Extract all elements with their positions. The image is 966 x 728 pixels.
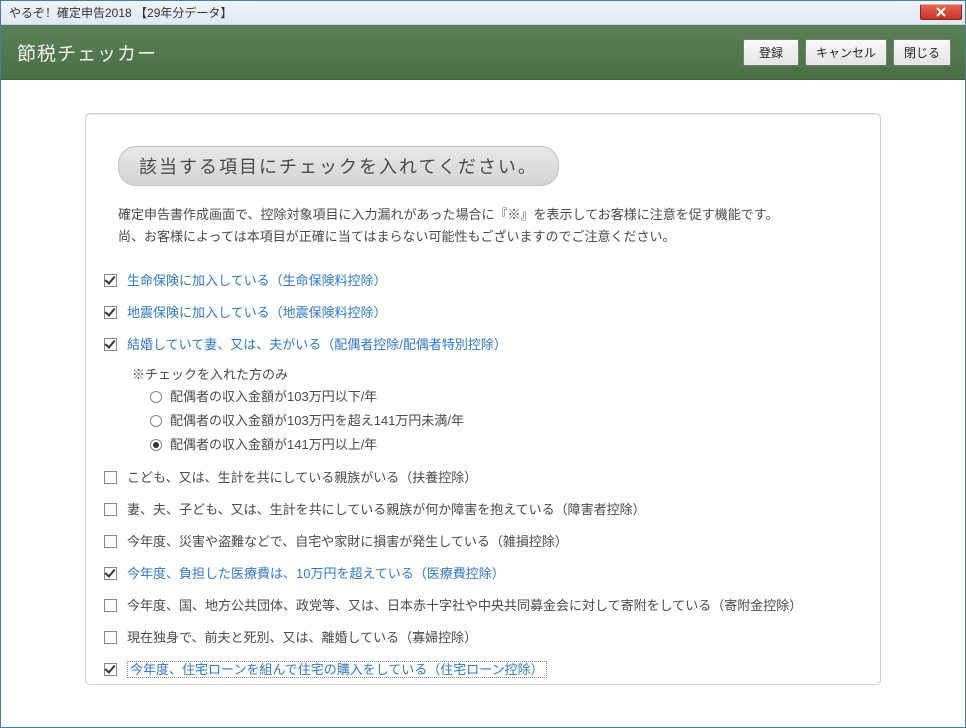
body: 該当する項目にチェックを入れてください。 確定申告書作成画面で、控除対象項目に入… xyxy=(1,80,965,727)
check-label: 今年度、住宅ローンを組んで住宅の購入をしている（住宅ローン控除） xyxy=(127,661,547,679)
check-label: 妻、夫、子ども、又は、生計を共にしている親族が何か障害を抱えている（障害者控除） xyxy=(127,501,646,519)
check-item-medical: 今年度、負担した医療費は、10万円を超えている（医療費控除） xyxy=(104,565,856,583)
instruction-pill: 該当する項目にチェックを入れてください。 xyxy=(118,146,559,186)
radio-row-3: 配偶者の収入金額が141万円以上/年 xyxy=(150,435,856,455)
radio-row-1: 配偶者の収入金額が103万円以下/年 xyxy=(150,387,856,407)
window-title: やるぞ！確定申告2018 【29年分データ】 xyxy=(9,4,232,21)
radio[interactable] xyxy=(150,415,162,427)
check-label: 今年度、負担した医療費は、10万円を超えている（医療費控除） xyxy=(127,565,505,583)
check-item-life-insurance: 生命保険に加入している（生命保険料控除） xyxy=(104,272,856,290)
check-label: こども、又は、生計を共にしている親族がいる（扶養控除） xyxy=(127,469,477,487)
check-label: 地震保険に加入している（地震保険料控除） xyxy=(127,304,387,322)
checkbox[interactable] xyxy=(104,663,117,676)
check-label: 現在独身で、前夫と死別、又は、離婚している（寡婦控除） xyxy=(127,629,477,647)
radio[interactable] xyxy=(150,391,162,403)
radio[interactable] xyxy=(150,439,162,451)
window-close-button[interactable] xyxy=(920,4,962,20)
check-label: 今年度、災害や盗難などで、自宅や家財に損害が発生している（雑損控除） xyxy=(127,533,568,551)
checkbox[interactable] xyxy=(104,599,117,612)
checkbox[interactable] xyxy=(104,503,117,516)
description-line1: 確定申告書作成画面で、控除対象項目に入力漏れがあった場合に『※』を表示してお客様… xyxy=(118,204,856,226)
check-item-home-loan: 今年度、住宅ローンを組んで住宅の購入をしている（住宅ローン控除） xyxy=(104,661,856,679)
checkbox[interactable] xyxy=(104,338,117,351)
header-buttons: 登録 キャンセル 閉じる xyxy=(743,39,951,66)
check-item-earthquake-insurance: 地震保険に加入している（地震保険料控除） xyxy=(104,304,856,322)
register-button[interactable]: 登録 xyxy=(743,39,799,66)
check-label: 今年度、国、地方公共団体、政党等、又は、日本赤十字社や中央共同募金会に対して寄附… xyxy=(127,597,802,615)
check-item-dependents: こども、又は、生計を共にしている親族がいる（扶養控除） xyxy=(104,469,856,487)
panel: 該当する項目にチェックを入れてください。 確定申告書作成画面で、控除対象項目に入… xyxy=(85,113,881,685)
radio-row-2: 配偶者の収入金額が103万円を超え141万円未満/年 xyxy=(150,411,856,431)
description: 確定申告書作成画面で、控除対象項目に入力漏れがあった場合に『※』を表示してお客様… xyxy=(118,204,856,248)
title-bar: やるぞ！確定申告2018 【29年分データ】 xyxy=(1,1,965,25)
close-button[interactable]: 閉じる xyxy=(893,39,951,66)
close-icon xyxy=(936,7,946,17)
radio-label: 配偶者の収入金額が103万円以下/年 xyxy=(170,387,377,407)
radio-label[interactable]: 配偶者の収入金額が141万円以上/年 xyxy=(170,435,377,455)
sub-note: ※チェックを入れた方のみ xyxy=(132,364,856,383)
checkbox[interactable] xyxy=(104,274,117,287)
checkbox[interactable] xyxy=(104,306,117,319)
check-item-disability: 妻、夫、子ども、又は、生計を共にしている親族が何か障害を抱えている（障害者控除） xyxy=(104,501,856,519)
check-item-casualty: 今年度、災害や盗難などで、自宅や家財に損害が発生している（雑損控除） xyxy=(104,533,856,551)
check-list: 生命保険に加入している（生命保険料控除） 地震保険に加入している（地震保険料控除… xyxy=(104,272,856,679)
checkbox[interactable] xyxy=(104,535,117,548)
app-window: やるぞ！確定申告2018 【29年分データ】 節税チェッカー 登録 キャンセル … xyxy=(0,0,966,728)
page-title: 節税チェッカー xyxy=(17,39,157,66)
checkbox[interactable] xyxy=(104,471,117,484)
check-label: 結婚していて妻、又は、夫がいる（配偶者控除/配偶者特別控除） xyxy=(127,336,507,354)
check-item-donation: 今年度、国、地方公共団体、政党等、又は、日本赤十字社や中央共同募金会に対して寄附… xyxy=(104,597,856,615)
cancel-button[interactable]: キャンセル xyxy=(805,39,887,66)
check-label: 生命保険に加入している（生命保険料控除） xyxy=(127,272,387,290)
description-line2: 尚、お客様によっては本項目が正確に当てはまらない可能性もございますのでご注意くだ… xyxy=(118,226,856,248)
header: 節税チェッカー 登録 キャンセル 閉じる xyxy=(1,25,965,80)
check-item-widow: 現在独身で、前夫と死別、又は、離婚している（寡婦控除） xyxy=(104,629,856,647)
checkbox[interactable] xyxy=(104,631,117,644)
radio-label: 配偶者の収入金額が103万円を超え141万円未満/年 xyxy=(170,411,464,431)
spouse-income-subgroup: ※チェックを入れた方のみ 配偶者の収入金額が103万円以下/年 配偶者の収入金額… xyxy=(132,364,856,455)
checkbox[interactable] xyxy=(104,567,117,580)
check-item-spouse: 結婚していて妻、又は、夫がいる（配偶者控除/配偶者特別控除） xyxy=(104,336,856,354)
